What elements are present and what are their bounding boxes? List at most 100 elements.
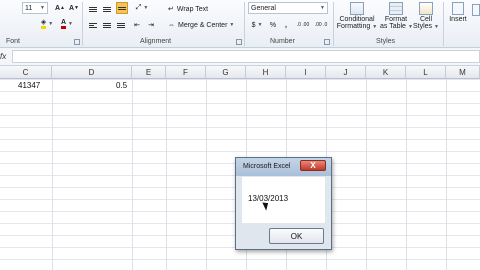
group-divider — [333, 2, 334, 46]
grid-column-line — [52, 79, 53, 270]
font-dialog-launcher-icon[interactable] — [74, 39, 80, 45]
percent-icon: % — [269, 21, 277, 29]
increase-indent-icon[interactable]: ⇥ — [146, 19, 156, 31]
align-top-icon[interactable] — [88, 3, 98, 15]
column-header-m[interactable]: M — [446, 66, 480, 79]
chevron-down-icon: ▼ — [320, 5, 325, 11]
cell-d1[interactable]: 0.5 — [116, 81, 127, 90]
cell-styles-label-line2: Styles ▼ — [412, 23, 440, 30]
conditional-formatting-label-line2: Formatting ▼ — [336, 23, 378, 30]
increase-decimal-icon: .0 .00 — [296, 22, 310, 28]
font-size-value: 11 — [25, 4, 33, 12]
column-header-e[interactable]: E — [132, 66, 166, 79]
grid-column-line — [132, 79, 133, 270]
cell-styles-icon — [419, 2, 433, 15]
cell-styles-button[interactable]: Cell Styles ▼ — [412, 2, 440, 36]
wrap-text-label: Wrap Text — [176, 5, 209, 13]
conditional-formatting-label2: Formatting — [336, 23, 371, 30]
insert-button[interactable]: Insert — [446, 2, 470, 36]
format-as-table-label2: as Table — [380, 23, 406, 30]
grid-column-line — [166, 79, 167, 270]
font-color-button[interactable]: A ▼ — [60, 18, 74, 30]
alignment-dialog-launcher-icon[interactable] — [236, 39, 242, 45]
increase-decimal-button[interactable]: .0 .00 — [296, 19, 310, 31]
message-dialog: Microsoft Excel X 13/03/2013 OK — [235, 157, 332, 250]
orientation-icon[interactable]: ⤢ ▼ — [134, 2, 150, 14]
styles-group-label: Styles — [376, 38, 396, 45]
column-header-j[interactable]: J — [326, 66, 366, 79]
number-group-label: Number — [270, 38, 295, 45]
column-header-f[interactable]: F — [166, 66, 206, 79]
grid-column-line — [366, 79, 367, 270]
alignment-group-label: Alignment — [140, 38, 172, 45]
chevron-down-icon: ▼ — [229, 22, 235, 28]
currency-button[interactable]: $ ▼ — [250, 19, 264, 31]
decrease-indent-icon[interactable]: ⇤ — [132, 19, 142, 31]
font-shrink-icon[interactable]: A ▼ — [68, 2, 80, 14]
cell-styles-label2: Styles — [412, 23, 433, 30]
wrap-text-button[interactable]: ↵ Wrap Text — [168, 3, 224, 15]
conditional-formatting-label: Conditional — [339, 16, 375, 23]
font-color-icon: A — [60, 19, 67, 29]
decrease-decimal-icon: .00 .0 — [314, 22, 328, 28]
dialog-titlebar[interactable]: Microsoft Excel X — [236, 158, 331, 176]
merge-center-label: Merge & Center — [178, 21, 228, 29]
cell-styles-label: Cell — [419, 16, 433, 23]
fill-color-button[interactable]: ◈ ▼ — [40, 18, 54, 30]
column-header-k[interactable]: K — [366, 66, 406, 79]
dialog-title: Microsoft Excel — [243, 163, 291, 170]
conditional-formatting-icon — [350, 2, 364, 15]
insert-label-row: Insert — [446, 16, 470, 23]
ok-button[interactable]: OK — [269, 228, 324, 244]
column-header-l[interactable]: L — [406, 66, 446, 79]
insert-icon — [452, 2, 464, 15]
formula-input[interactable] — [12, 50, 480, 63]
grid-column-line — [446, 79, 447, 270]
dialog-message: 13/03/2013 — [248, 194, 289, 203]
wrap-text-icon: ↵ — [168, 6, 174, 13]
chevron-down-icon: ▼ — [68, 21, 73, 27]
group-divider — [82, 2, 83, 46]
decrease-decimal-button[interactable]: .00 .0 — [314, 19, 328, 31]
cell-c1[interactable]: 41347 — [18, 81, 40, 90]
comma-icon: , — [285, 21, 287, 29]
format-as-table-icon — [389, 2, 403, 15]
align-middle-icon[interactable] — [102, 3, 112, 15]
column-header-i[interactable]: I — [286, 66, 326, 79]
percent-button[interactable]: % — [268, 19, 278, 31]
align-center-icon[interactable] — [102, 19, 112, 31]
insert-label: Insert — [449, 16, 467, 23]
align-bottom-icon[interactable] — [116, 2, 128, 14]
group-divider — [244, 2, 245, 46]
number-dialog-launcher-icon[interactable] — [324, 39, 330, 45]
grid-column-line — [206, 79, 207, 270]
conditional-formatting-button[interactable]: Conditional Formatting ▼ — [336, 2, 378, 36]
close-icon[interactable]: X — [300, 160, 326, 171]
format-as-table-label-line2: as Table ▼ — [380, 23, 413, 30]
chevron-down-icon: ▼ — [257, 22, 263, 28]
font-size-select[interactable]: 11 ▼ — [22, 2, 48, 14]
chevron-down-icon: ▼ — [372, 24, 378, 30]
comma-button[interactable]: , — [282, 19, 290, 31]
font-grow-icon[interactable]: A ▲ — [54, 2, 66, 14]
formula-bar: fx — [0, 48, 480, 66]
column-header-d[interactable]: D — [52, 66, 132, 79]
fx-label[interactable]: fx — [0, 50, 10, 63]
format-as-table-button[interactable]: Format as Table ▼ — [380, 2, 413, 36]
chevron-down-icon: ▼ — [48, 21, 54, 27]
merge-center-button[interactable]: ⇔ Merge & Center ▼ — [168, 19, 240, 31]
align-right-icon[interactable] — [116, 19, 126, 31]
dialog-body: 13/03/2013 — [242, 177, 325, 223]
column-header-g[interactable]: G — [206, 66, 246, 79]
delete-icon[interactable] — [472, 4, 480, 16]
column-header-h[interactable]: H — [246, 66, 286, 79]
number-format-value: General — [251, 4, 276, 12]
fill-color-icon: ◈ — [40, 19, 47, 29]
merge-center-icon: ⇔ — [168, 21, 175, 29]
currency-icon: $ — [251, 21, 256, 29]
column-header-c[interactable]: C — [0, 66, 52, 79]
group-divider — [443, 2, 444, 46]
number-format-select[interactable]: General ▼ — [248, 2, 328, 14]
align-left-icon[interactable] — [88, 19, 98, 31]
format-as-table-label: Format — [384, 16, 408, 23]
